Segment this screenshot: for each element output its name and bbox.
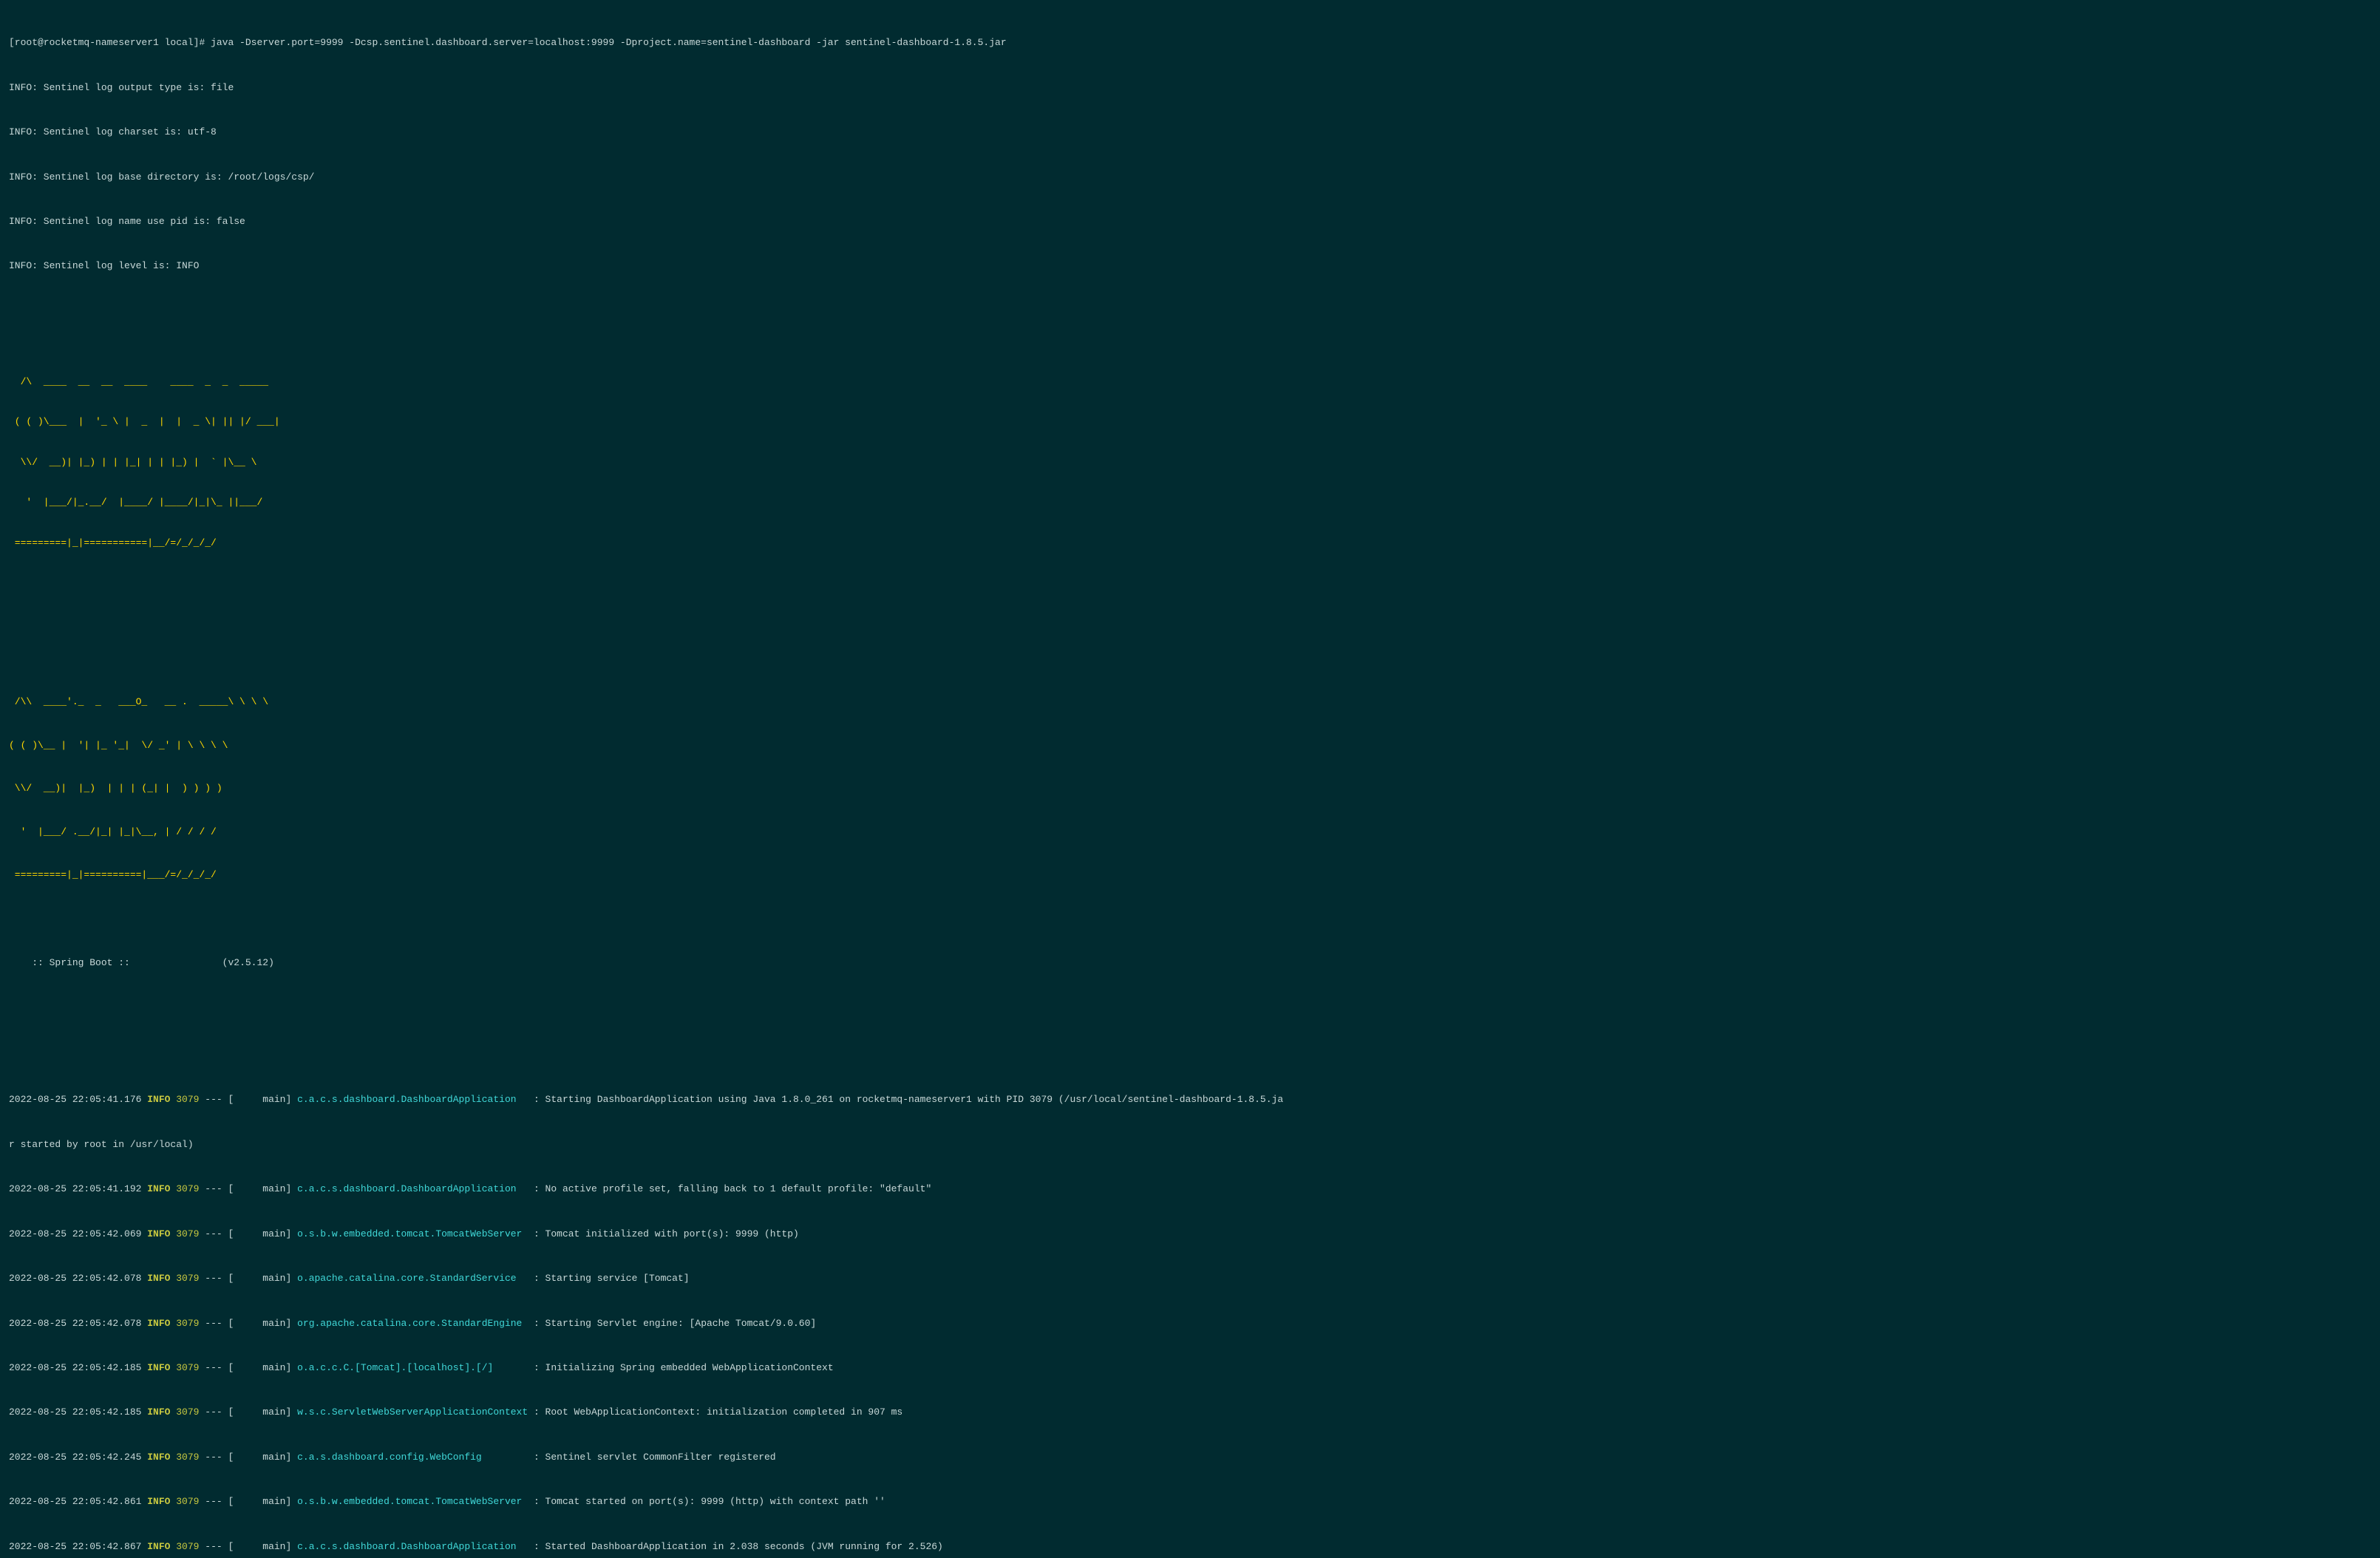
log-row-3: 2022-08-25 22:05:42.078 INFO 3079 --- [ … <box>9 1271 2371 1286</box>
blank-line-2 <box>9 607 2371 622</box>
log-row-2: 2022-08-25 22:05:42.069 INFO 3079 --- [ … <box>9 1227 2371 1242</box>
command-line: [root@rocketmq-nameserver1 local]# java … <box>9 35 2371 50</box>
ascii-line-1: /\ ____ __ __ ____ ____ _ _ _____ <box>9 375 2371 389</box>
blank-line-1 <box>9 304 2371 319</box>
log-row-5: 2022-08-25 22:05:42.185 INFO 3079 --- [ … <box>9 1361 2371 1375</box>
ascii-line-2: ( ( )\___ | '_ \ | _ | | _ \| || |/ ___| <box>9 415 2371 429</box>
ascii-line-5: =========|_|===========|__/=/_/_/_/ <box>9 537 2371 550</box>
sentinel-log-3: INFO: Sentinel log base directory is: /r… <box>9 170 2371 185</box>
log-row-0b: r started by root in /usr/local) <box>9 1137 2371 1152</box>
log-row-7: 2022-08-25 22:05:42.245 INFO 3079 --- [ … <box>9 1450 2371 1465</box>
log-row-9: 2022-08-25 22:05:42.867 INFO 3079 --- [ … <box>9 1540 2371 1554</box>
log-row-1: 2022-08-25 22:05:41.192 INFO 3079 --- [ … <box>9 1182 2371 1197</box>
sentinel-log-1: INFO: Sentinel log output type is: file <box>9 81 2371 95</box>
ascii-line-3: \\/ __)| |_) | | |_| | | |_) | ` |\__ \ <box>9 456 2371 469</box>
command-text: [root@rocketmq-nameserver1 local]# java … <box>9 35 1007 50</box>
log-row-0: 2022-08-25 22:05:41.176 INFO 3079 --- [ … <box>9 1092 2371 1107</box>
ascii-line-4: ' |___/|_.__/ |____/ |____/|_|\_ ||___/ <box>9 496 2371 509</box>
log-row-6: 2022-08-25 22:05:42.185 INFO 3079 --- [ … <box>9 1405 2371 1420</box>
spring-boot-label: :: Spring Boot :: (v2.5.12) <box>9 941 2371 985</box>
log-row-4: 2022-08-25 22:05:42.078 INFO 3079 --- [ … <box>9 1316 2371 1331</box>
log-row-8: 2022-08-25 22:05:42.861 INFO 3079 --- [ … <box>9 1494 2371 1509</box>
blank-line-3 <box>9 1018 2371 1033</box>
ascii-art-actual: /\\ ____'._ _ ___O_ __ . _____\ \ \ \ ( … <box>9 666 2371 911</box>
terminal-window: [root@rocketmq-nameserver1 local]# java … <box>0 0 2380 1558</box>
sentinel-log-4: INFO: Sentinel log name use pid is: fals… <box>9 214 2371 229</box>
sentinel-log-2: INFO: Sentinel log charset is: utf-8 <box>9 125 2371 140</box>
ascii-art-block: /\ ____ __ __ ____ ____ _ _ _____ ( ( )\… <box>9 348 2371 576</box>
sentinel-log-5: INFO: Sentinel log level is: INFO <box>9 259 2371 273</box>
